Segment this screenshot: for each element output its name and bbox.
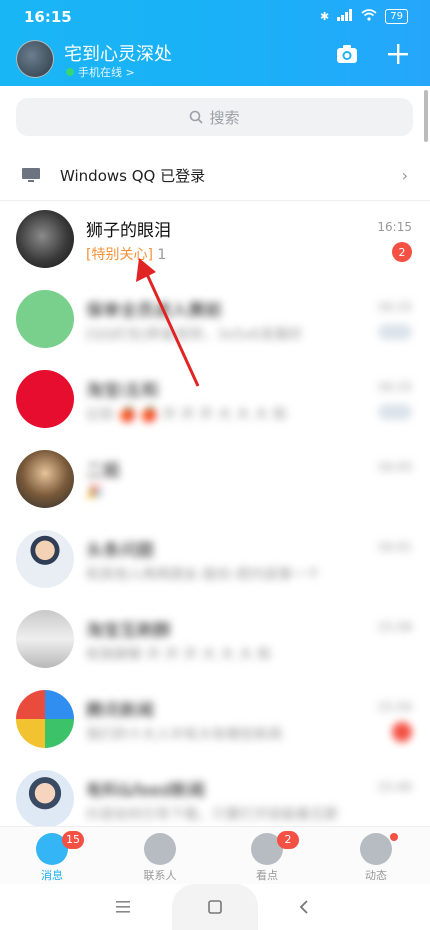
unread-badge [392, 722, 412, 742]
chevron-right-icon: › [401, 166, 408, 185]
chat-preview-text: 1 [157, 247, 167, 263]
clock: 16:15 [24, 8, 72, 26]
chat-time: 16:15 [377, 220, 412, 234]
chat-time: 16:03 [377, 460, 412, 474]
chat-list: 狮子的眼泪 [特别关心] 1 16:15 2 保单全员进入赛前 [QQ红包]恭喜… [0, 200, 430, 840]
contact-avatar [16, 610, 74, 668]
chat-item[interactable]: 头条问题 和其他人两两朋友-股份-把内容第一个 16:01 [0, 520, 430, 600]
contact-avatar [16, 690, 74, 748]
wifi-icon [361, 9, 377, 24]
tab-kandian-label: 看点 [256, 869, 278, 882]
bottom-tab-bar: 消息 15 联系人 看点 2 动态 [0, 826, 430, 885]
chat-item[interactable]: 腾讯新闻 我们的十大人中有大有哪些新闻 15:50 [0, 680, 430, 760]
windows-qq-login-bar[interactable]: Windows QQ 已登录 › [0, 150, 430, 201]
chat-time: 15:58 [377, 620, 412, 634]
online-status-label: 手机在线 > [78, 66, 135, 79]
moments-dot [390, 833, 398, 841]
contact-avatar [16, 530, 74, 588]
desktop-icon [22, 167, 40, 182]
chat-time: 15:50 [377, 700, 412, 714]
online-dot-icon [66, 68, 74, 76]
tab-contacts[interactable]: 联系人 [120, 833, 200, 883]
contact-avatar [16, 370, 74, 428]
chat-preview: 🎉 [86, 484, 104, 500]
chat-name: 头条问题 [86, 541, 154, 561]
app-header: 16:15 ✱ 79 宅到心灵深处 手机在线 > [0, 0, 430, 86]
chat-time: 15:40 [377, 780, 412, 794]
contacts-icon [144, 833, 176, 865]
search-placeholder: 搜索 [209, 108, 240, 127]
chat-time: 16:15 [377, 380, 412, 394]
tab-moments-label: 动态 [365, 869, 387, 882]
chat-preview: 我们的十大人中有大有哪些新闻 [86, 727, 282, 743]
unread-badge: 2 [392, 242, 412, 262]
home-button[interactable] [172, 884, 258, 930]
scrollbar[interactable] [424, 90, 428, 142]
square-icon [208, 900, 222, 914]
windows-qq-label: Windows QQ 已登录 [60, 166, 206, 185]
tab-messages[interactable]: 消息 15 [12, 831, 92, 883]
chat-preview: 比较 🍎 🍎 开 开 开 大 大 大 和 [86, 407, 287, 423]
chat-preview: [QQ红包]恭喜发财，3x5x6发展好 [86, 327, 303, 343]
chat-item[interactable]: 保单全员进入赛前 [QQ红包]恭喜发财，3x5x6发展好 16:15 [0, 280, 430, 360]
camera-button[interactable] [333, 40, 361, 68]
chat-item[interactable]: 二姐 🎉 16:03 [0, 440, 430, 520]
chat-name: 二姐 [86, 461, 120, 481]
chat-name: 狮子的眼泪 [86, 221, 171, 241]
system-icons: ✱ 79 [320, 9, 408, 24]
online-status[interactable]: 手机在线 > [66, 64, 135, 80]
contact-avatar [16, 450, 74, 508]
messages-badge: 15 [62, 831, 84, 849]
chat-preview: [特别关心] 1 [86, 244, 166, 264]
tab-messages-label: 消息 [41, 869, 63, 882]
chat-item[interactable]: 狮子的眼泪 [特别关心] 1 16:15 2 [0, 200, 430, 280]
chat-item[interactable]: 淘宝互刷群 和我聊聊 开 开 开 大 大 大 和 15:58 [0, 600, 430, 680]
contact-avatar [16, 290, 74, 348]
planet-icon [360, 833, 392, 865]
camera-icon [337, 45, 357, 63]
special-care-tag: [特别关心] [86, 247, 153, 263]
chat-time: 16:15 [377, 300, 412, 314]
my-avatar[interactable] [16, 40, 54, 78]
chat-name: 有料&feed新闻 [86, 781, 205, 801]
contact-avatar [16, 210, 74, 268]
tab-contacts-label: 联系人 [143, 869, 177, 882]
search-input[interactable]: 搜索 [16, 98, 413, 136]
menu-icon[interactable] [116, 900, 132, 914]
battery-indicator: 79 [385, 9, 408, 24]
chat-time: 16:01 [377, 540, 412, 554]
kandian-badge: 2 [277, 831, 299, 849]
contact-avatar [16, 770, 74, 828]
muted-indicator [378, 324, 412, 340]
my-nickname[interactable]: 宅到心灵深处 [64, 40, 172, 66]
tab-moments[interactable]: 动态 [336, 833, 416, 883]
chat-name: 淘宝互刷群 [86, 621, 171, 641]
tab-kandian[interactable]: 看点 2 [227, 831, 307, 883]
chat-name: 腾讯新闻 [86, 701, 154, 721]
add-button[interactable] [384, 40, 412, 68]
muted-indicator [378, 404, 412, 420]
chat-preview: 抖音如何引导下载，只要打开就能看见那 [86, 807, 338, 823]
status-bar: 16:15 ✱ 79 [0, 0, 430, 34]
back-icon[interactable] [298, 899, 310, 915]
search-icon [190, 110, 204, 124]
chat-name: 保单全员进入赛前 [86, 301, 222, 321]
chat-preview: 和我聊聊 开 开 开 大 大 大 和 [86, 647, 272, 663]
signal-icon [337, 9, 353, 24]
chat-item[interactable]: 淘宝i五和 比较 🍎 🍎 开 开 开 大 大 大 和 16:15 [0, 360, 430, 440]
system-nav-bar [0, 884, 430, 930]
plus-icon [388, 44, 408, 64]
chat-preview: 和其他人两两朋友-股份-把内容第一个 [86, 567, 321, 583]
bluetooth-icon: ✱ [320, 10, 330, 23]
chat-name: 淘宝i五和 [86, 381, 159, 401]
